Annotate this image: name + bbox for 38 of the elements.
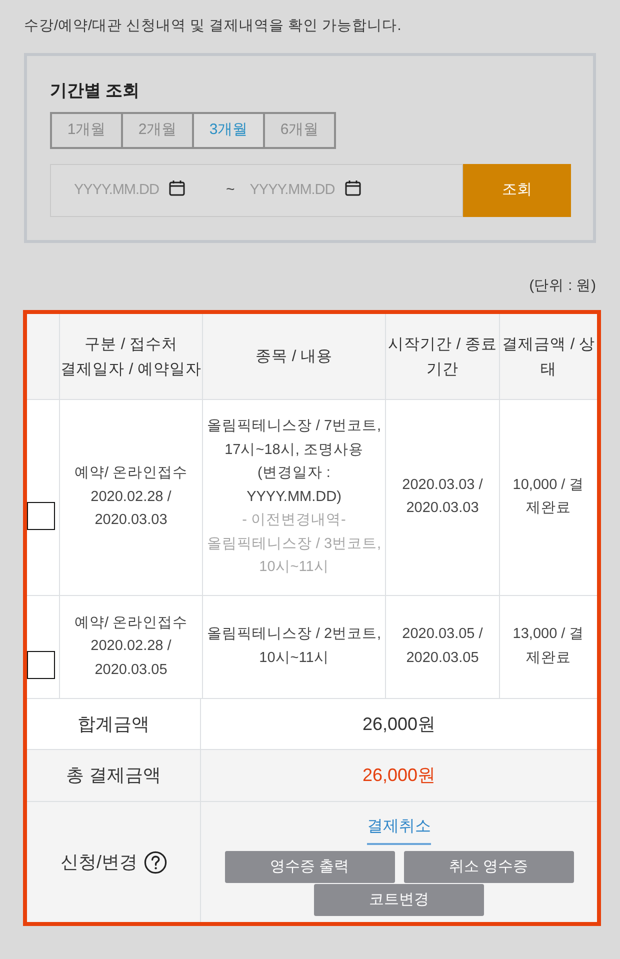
filter-title: 기간별 조회 [50, 80, 141, 102]
action-button[interactable]: 영수증 출력 [224, 851, 394, 883]
calendar-icon[interactable] [344, 180, 361, 196]
period-tab[interactable]: 2개월 [121, 112, 194, 149]
action-button[interactable]: 취소 영수증 [404, 851, 574, 883]
summary-label: 합계금액 [78, 712, 150, 736]
column-header: 종목 / 내용 [256, 347, 332, 367]
help-icon[interactable] [144, 850, 166, 874]
intro-text: 수강/예약/대관 신청내역 및 결제내역을 확인 가능합니다. [24, 17, 402, 36]
period-tab[interactable]: 6개월 [263, 112, 336, 149]
column-header: 구분 / 접수처 결제일자 / 예약일자 [60, 334, 202, 380]
calendar-icon[interactable] [169, 180, 185, 196]
subtotal-amount: 26,000원 [362, 712, 436, 736]
end-date-input[interactable]: YYYY.MM.DD [250, 180, 345, 202]
column-header: 결제금액 / 상 태 [502, 334, 595, 380]
table-cell-text: 13,000 / 결 제완료 [512, 625, 584, 668]
previous-change-note: - 이전변경내역- 올림픽테니스장 / 3번코트, 10시~11시 [206, 511, 382, 577]
row-checkbox[interactable] [27, 502, 55, 530]
table-cell-text: 2020.03.03 / 2020.03.03 [402, 476, 483, 518]
table-cell-text: 10,000 / 결 제완료 [512, 476, 584, 518]
period-tab[interactable]: 1개월 [50, 112, 123, 149]
summary-label: 총 결제금액 [66, 764, 161, 787]
search-button[interactable]: 조회 [463, 164, 571, 217]
total-amount: 26,000원 [362, 764, 436, 787]
start-date-input[interactable]: YYYY.MM.DD [74, 180, 169, 202]
table-cell-text: 예약/ 온라인접수 2020.02.28 / 2020.03.03 [74, 464, 188, 530]
table-cell-text: 올림픽테니스장 / 7번코트, 17시~18시, 조명사용 (변경일자 : YYYY.MM.DD) [206, 417, 382, 506]
date-separator: ~ [226, 180, 235, 200]
unit-note: (단위 : 원) [529, 277, 596, 296]
action-button[interactable]: 코트변경 [314, 884, 484, 916]
table-cell-text: 올림픽테니스장 / 2번코트, 10시~11시 [206, 625, 382, 668]
table-cell-text: 2020.03.05 / 2020.03.05 [402, 625, 483, 668]
table-cell-text: 예약/ 온라인접수 2020.02.28 / 2020.03.05 [74, 614, 188, 680]
period-tab[interactable]: 3개월 [192, 112, 265, 149]
summary-label: 신청/변경 [60, 850, 138, 874]
column-header: 시작기간 / 종료 기간 [388, 334, 497, 380]
cancel-payment-link[interactable]: 결제취소 [367, 816, 431, 845]
row-checkbox[interactable] [27, 651, 55, 680]
